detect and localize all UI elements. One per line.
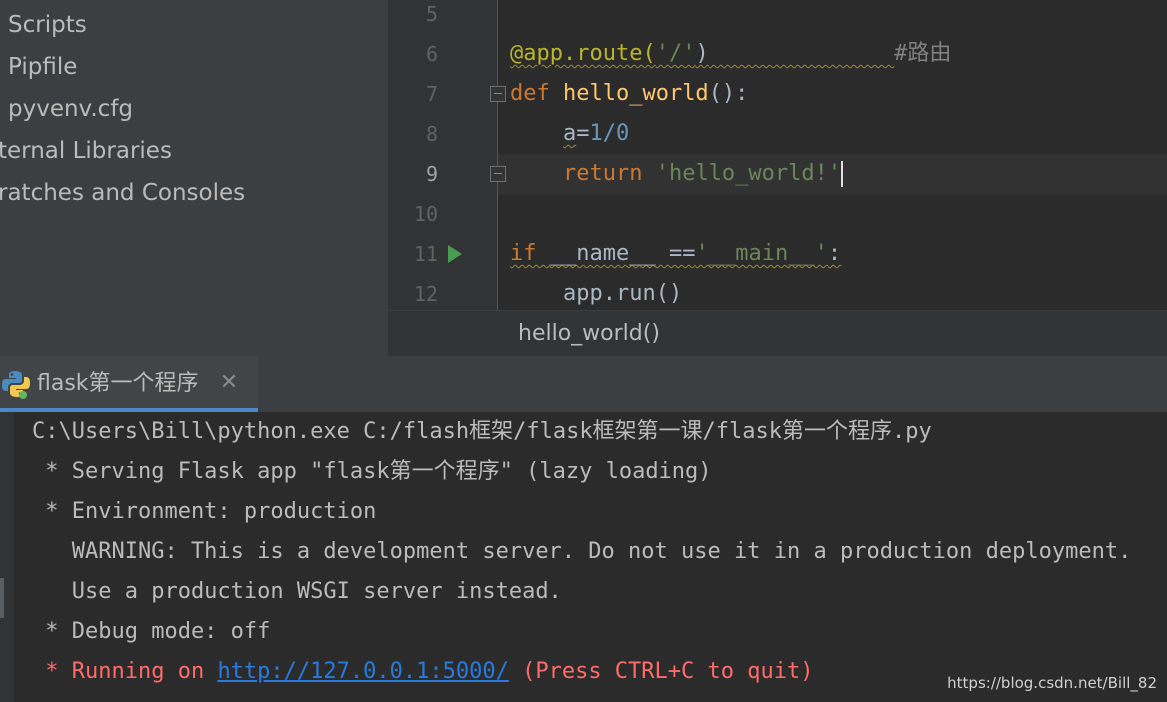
code-line-7: def hello_world():	[510, 81, 749, 106]
line-number: 5	[425, 2, 438, 26]
watermark: https://blog.csdn.net/Bill_82	[947, 674, 1157, 692]
line-number: 11	[413, 242, 438, 266]
project-sidebar: Scripts Pipfile pyvenv.cfg ternal Librar…	[0, 0, 388, 356]
fold-icon[interactable]	[490, 166, 506, 182]
tree-item-scratches-consoles[interactable]: ratches and Consoles	[0, 172, 245, 214]
console-line: Use a production WSGI server instead.	[32, 579, 562, 604]
text-caret	[841, 161, 844, 187]
code-editor[interactable]: 5 6 7 8 9 10 11 12 @app.route('/') #路由 d…	[388, 0, 1167, 356]
console-line: * Serving Flask app "flask第一个程序" (lazy l…	[32, 459, 712, 484]
console-gutter	[0, 412, 14, 702]
tree-item-external-libraries[interactable]: ternal Libraries	[0, 130, 172, 172]
line-number: 8	[425, 122, 438, 146]
run-tab-label: flask第一个程序	[37, 371, 199, 396]
code-line-11: if __name__ =='__main__':	[510, 241, 842, 266]
line-number: 12	[413, 282, 438, 306]
code-line-12: app.run()	[562, 281, 683, 306]
tab-run-config[interactable]: flask第一个程序 ✕	[0, 356, 258, 412]
code-line-6: @app.route('/') #路由	[510, 41, 952, 66]
console-line: WARNING: This is a development server. D…	[32, 539, 1132, 564]
run-panel-header: flask第一个程序 ✕	[0, 356, 1167, 412]
fold-icon[interactable]	[490, 86, 506, 102]
run-console[interactable]: C:\Users\Bill\python.exe C:/flash框架/flas…	[0, 412, 1167, 702]
console-line: * Debug mode: off	[32, 619, 271, 644]
run-gutter-icon[interactable]	[448, 245, 462, 263]
tree-item-pyvenv[interactable]: pyvenv.cfg	[8, 88, 133, 130]
code-line-9: return 'hello_world!'	[562, 161, 844, 187]
console-line: C:\Users\Bill\python.exe C:/flash框架/flas…	[32, 419, 932, 444]
line-number: 7	[425, 82, 438, 106]
close-icon[interactable]: ✕	[218, 372, 240, 394]
console-line-running: * Running on http://127.0.0.1:5000/ (Pre…	[32, 659, 814, 684]
python-icon	[2, 371, 30, 399]
code-line-8: a=1/0	[562, 121, 630, 146]
console-marker	[0, 578, 4, 618]
tree-item-scripts[interactable]: Scripts	[8, 4, 87, 46]
breadcrumb[interactable]: hello_world()	[518, 311, 660, 356]
editor-breadcrumb-bar: hello_world()	[388, 310, 1167, 356]
line-number: 6	[425, 42, 438, 66]
line-number-active: 9	[425, 162, 438, 186]
server-url-link[interactable]: http://127.0.0.1:5000/	[217, 659, 508, 684]
tree-item-pipfile[interactable]: Pipfile	[8, 46, 77, 88]
console-line: * Environment: production	[32, 499, 377, 524]
line-number: 10	[413, 202, 438, 226]
